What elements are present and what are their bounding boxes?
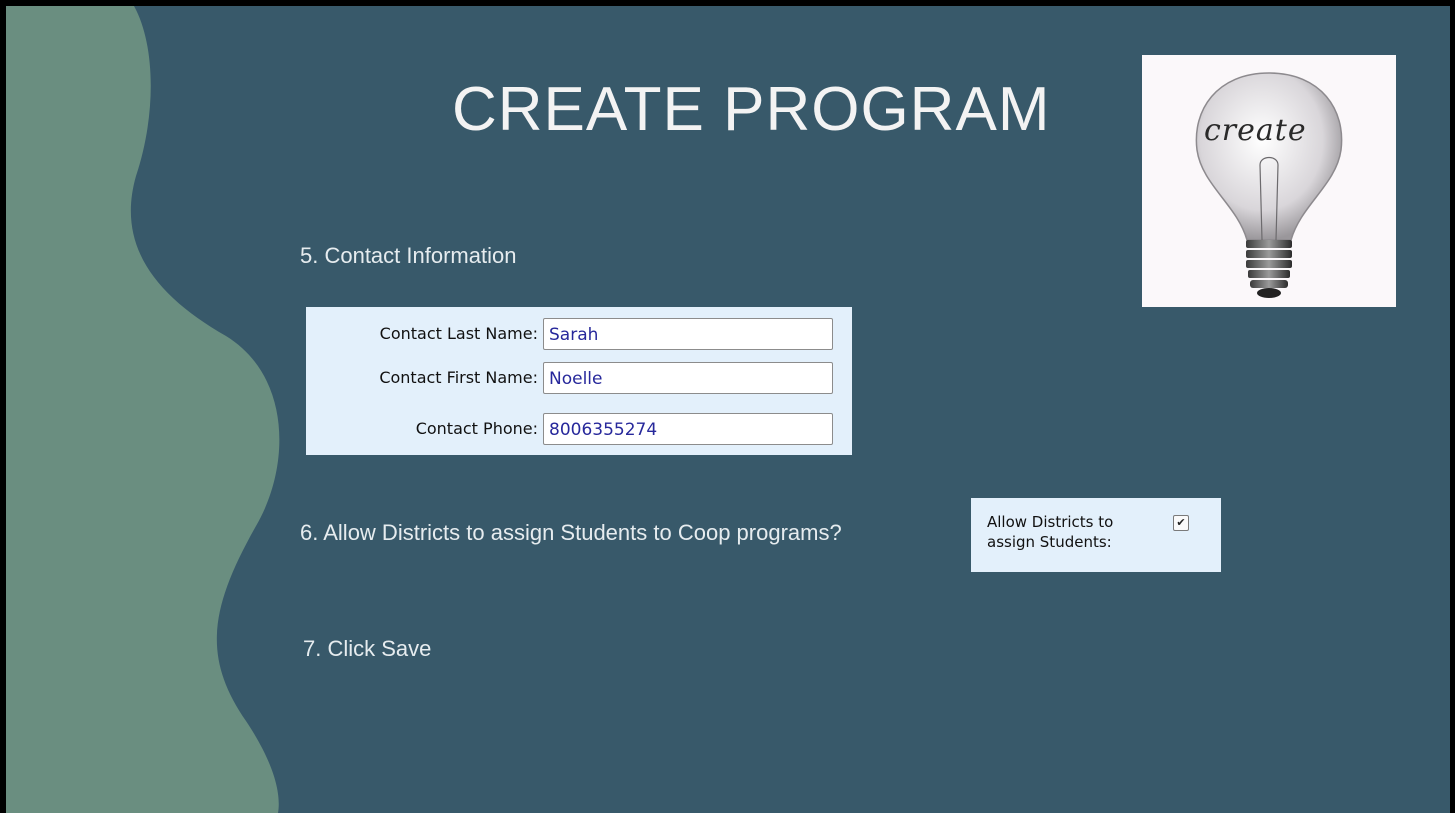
slide: CREATE PROGRAM create 5. Contact Informa… [6,6,1450,813]
contact-first-name-row: Contact First Name: Noelle [306,360,852,396]
allow-districts-label-line2: assign Students: [987,533,1112,551]
contact-phone-label: Contact Phone: [415,419,538,438]
contact-form-panel: Contact Last Name: Sarah Contact First N… [306,307,852,455]
contact-last-name-input[interactable]: Sarah [543,318,833,350]
contact-phone-row: Contact Phone: 8006355274 [306,411,852,447]
step-click-save: 7. Click Save [303,636,432,661]
lightbulb-caption: create [1204,113,1307,148]
step-allow-districts: 6. Allow Districts to assign Students to… [300,520,842,545]
contact-last-name-row: Contact Last Name: Sarah [306,316,852,352]
contact-first-name-input[interactable]: Noelle [543,362,833,394]
lightbulb-image: create [1142,55,1396,307]
step-contact-information: 5. Contact Information [300,243,517,268]
lightbulb-icon [1195,72,1343,298]
contact-last-name-label: Contact Last Name: [379,324,538,343]
allow-districts-label-line1: Allow Districts to [987,513,1114,531]
allow-districts-checkbox[interactable]: ✔ [1173,515,1189,531]
allow-districts-label: Allow Districts to assign Students: [987,512,1157,552]
page-title: CREATE PROGRAM [452,75,1051,144]
contact-phone-input[interactable]: 8006355274 [543,413,833,445]
allow-districts-panel: Allow Districts to assign Students: ✔ [971,498,1221,572]
wave-decoration [6,6,280,813]
contact-first-name-label: Contact First Name: [379,368,538,387]
